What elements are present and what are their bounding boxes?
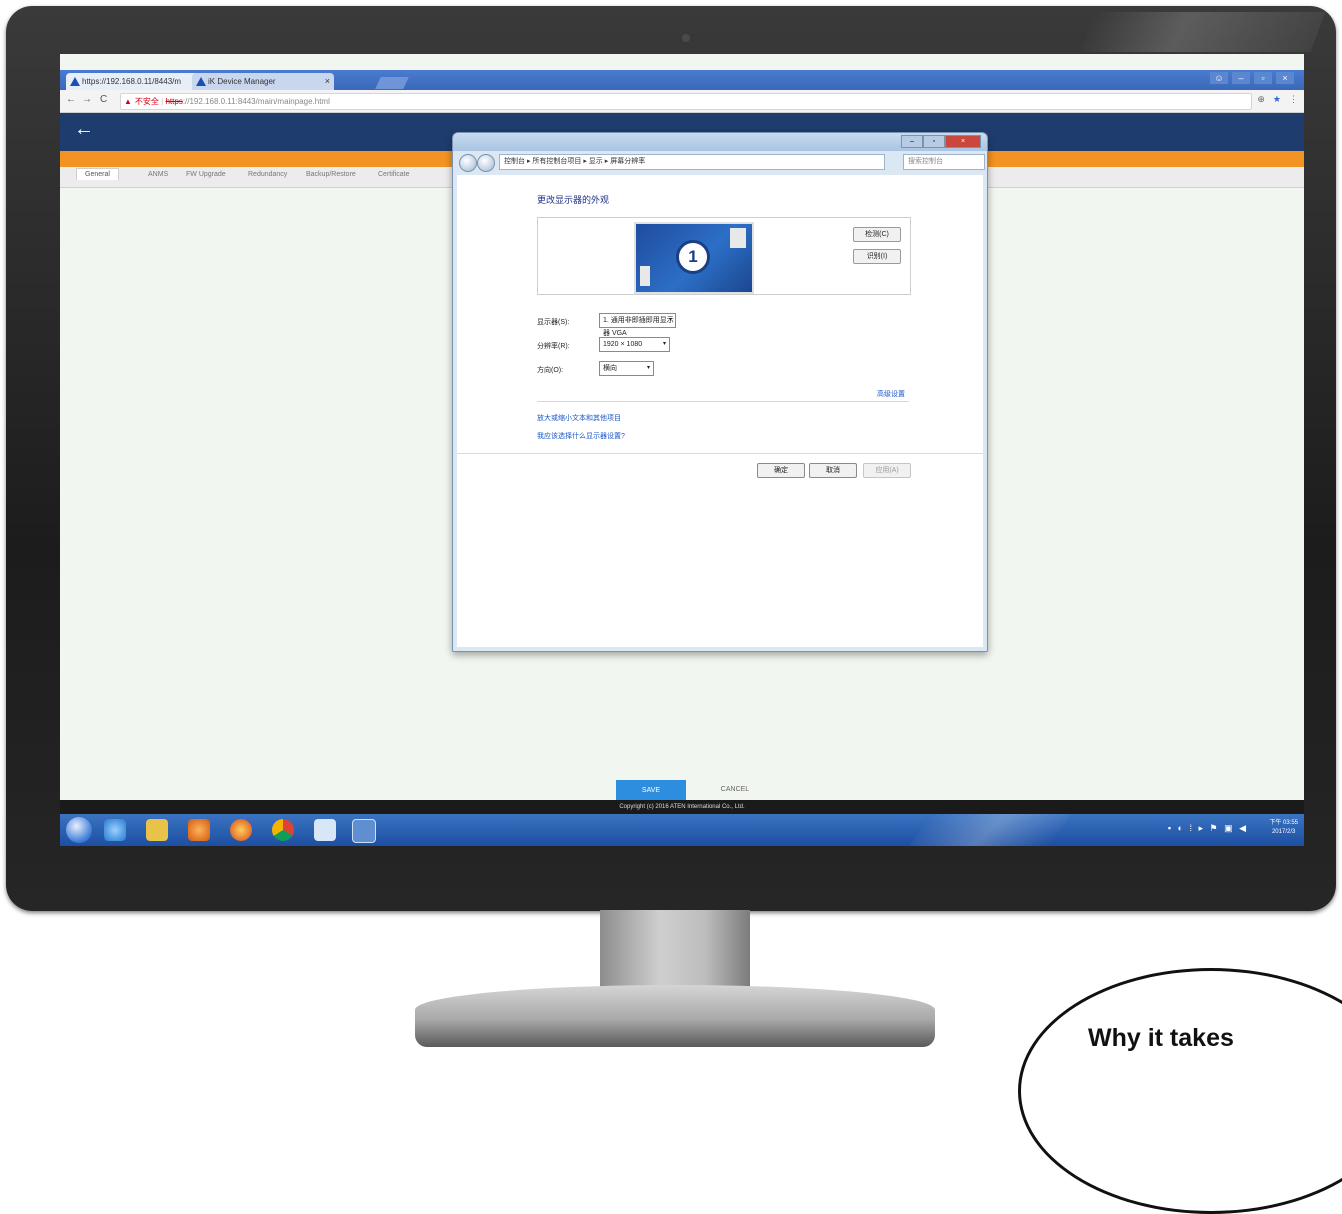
- dialog-body: 更改显示器的外观 1 检测(C) 识别(I) 显示器(S): 1. 通用非即插即…: [457, 175, 983, 647]
- aten-favicon-icon: [70, 77, 80, 86]
- save-button[interactable]: SAVE: [616, 780, 686, 800]
- divider: [457, 453, 983, 454]
- bezel-reflection: [1080, 12, 1326, 52]
- warning-icon: ▲: [124, 97, 132, 106]
- tab-redundancy[interactable]: Redundancy: [248, 171, 287, 178]
- new-tab-button[interactable]: [375, 77, 409, 89]
- bookmark-star-icon[interactable]: ★: [1273, 94, 1281, 105]
- orientation-select[interactable]: 横向 ▾: [599, 361, 654, 376]
- monitor-number-badge: 1: [676, 240, 710, 274]
- dialog-breadcrumb[interactable]: 控制台 ▸ 所有控制台项目 ▸ 显示 ▸ 屏幕分辨率: [499, 154, 885, 170]
- dialog-cancel-button[interactable]: 取消: [809, 463, 857, 478]
- browser-tab-label: iK Device Manager: [208, 77, 276, 86]
- monitor-bezel: https://192.168.0.11/8443/m × iK Device …: [6, 6, 1336, 911]
- aten-favicon-icon: [196, 77, 206, 86]
- display-help-link[interactable]: 我应该选择什么显示器设置?: [537, 431, 625, 441]
- preview-window-icon: [730, 228, 746, 248]
- display-label: 显示器(S):: [537, 319, 570, 326]
- address-actions: ⊕ ★ ⋮: [1257, 94, 1298, 105]
- ok-button[interactable]: 确定: [757, 463, 805, 478]
- display-select-value: 1. 通用非即插即用显示器 VGA: [603, 317, 674, 337]
- advanced-settings-link[interactable]: 高级设置: [877, 389, 905, 399]
- dialog-window-controls: – ▫ ×: [901, 135, 981, 148]
- browser-toolbar: ← → C ▲ 不安全 | https://192.168.0.11:8443/m…: [60, 90, 1304, 113]
- apply-button[interactable]: 应用(A): [863, 463, 911, 478]
- maximize-icon[interactable]: ▫: [1254, 72, 1272, 84]
- internet-explorer-icon[interactable]: [104, 819, 126, 841]
- menu-kebab-icon[interactable]: ⋮: [1289, 94, 1298, 105]
- dialog-forward-icon[interactable]: [477, 154, 495, 172]
- screen-resolution-dialog: – ▫ × 控制台 ▸ 所有控制台项目 ▸ 显示 ▸ 屏幕分辨率 搜索控制台 更…: [452, 132, 988, 652]
- cancel-button[interactable]: CANCEL: [700, 780, 770, 800]
- tab-general[interactable]: General: [76, 168, 119, 180]
- start-orb-icon[interactable]: [66, 817, 92, 843]
- browser-window-controls: ☺ – ▫ ×: [1210, 72, 1294, 84]
- preview-gadget-icon: [640, 266, 650, 286]
- chevron-down-icon: ▾: [668, 317, 672, 323]
- user-icon[interactable]: ☺: [1210, 72, 1228, 84]
- dialog-maximize-icon[interactable]: ▫: [923, 135, 945, 148]
- copyright-footer: Copyright (c) 2016 ATEN International Co…: [60, 800, 1304, 814]
- monitor-preview[interactable]: 1: [634, 222, 754, 294]
- control-panel-icon[interactable]: [314, 819, 336, 841]
- reload-icon[interactable]: C: [100, 94, 107, 105]
- browser-tab-1[interactable]: https://192.168.0.11/8443/m ×: [66, 73, 202, 90]
- url-text: ://192.168.0.11:8443/main/mainpage.html: [182, 97, 330, 106]
- clock-time: 下午 03:55: [1269, 820, 1298, 826]
- resolution-select-value: 1920 × 1080: [603, 341, 643, 348]
- tab-fw-upgrade[interactable]: FW Upgrade: [186, 171, 226, 178]
- file-explorer-icon[interactable]: [146, 819, 168, 841]
- tab-certificate[interactable]: Certificate: [378, 171, 410, 178]
- speech-bubble: [1018, 968, 1342, 1214]
- browser-tab-label: https://192.168.0.11/8443/m: [82, 77, 182, 86]
- resolution-select[interactable]: 1920 × 1080 ▾: [599, 337, 670, 352]
- orientation-label: 方向(O):: [537, 367, 564, 374]
- resolution-label: 分辨率(R):: [537, 343, 570, 350]
- address-bar[interactable]: ▲ 不安全 | https://192.168.0.11:8443/main/ma…: [120, 93, 1252, 110]
- dialog-search-input[interactable]: 搜索控制台: [903, 154, 985, 170]
- tab-anms[interactable]: ANMS: [148, 171, 168, 178]
- dialog-minimize-icon[interactable]: –: [901, 135, 923, 148]
- media-player-icon[interactable]: [188, 819, 210, 841]
- chevron-down-icon: ▾: [662, 341, 666, 347]
- url-scheme: https: [165, 97, 183, 106]
- monitor-screen: https://192.168.0.11/8443/m × iK Device …: [60, 54, 1304, 846]
- text-size-link[interactable]: 放大或缩小文本和其他项目: [537, 413, 621, 423]
- tab-close-icon[interactable]: ×: [325, 73, 330, 90]
- divider: [537, 401, 909, 402]
- system-tray: ▪ ◐ ⁞ ▸ ⚑ ▣ ◀: [1167, 823, 1248, 833]
- minimize-icon[interactable]: –: [1232, 72, 1250, 84]
- taskbar-clock[interactable]: 下午 03:55 2017/2/3: [1269, 819, 1298, 837]
- back-arrow-icon[interactable]: ←: [74, 118, 94, 141]
- webcam: [682, 34, 690, 42]
- security-warning-label: 不安全: [134, 97, 159, 106]
- dialog-back-icon[interactable]: [459, 154, 477, 172]
- monitor-stand: [415, 985, 935, 1047]
- dialog-nav-bar: 控制台 ▸ 所有控制台项目 ▸ 显示 ▸ 屏幕分辨率 搜索控制台: [457, 153, 985, 172]
- close-icon[interactable]: ×: [1276, 72, 1294, 84]
- dialog-close-icon[interactable]: ×: [945, 135, 981, 148]
- display-select[interactable]: 1. 通用非即插即用显示器 VGA ▾: [599, 313, 676, 337]
- taskbar-reflection: [908, 814, 1072, 846]
- chrome-icon[interactable]: [272, 819, 294, 841]
- dialog-titlebar: – ▫ ×: [453, 133, 987, 151]
- display-settings-taskbar-icon[interactable]: [352, 819, 376, 843]
- zoom-icon[interactable]: ⊕: [1257, 94, 1265, 105]
- orientation-select-value: 横向: [603, 365, 617, 372]
- browser-tabstrip: https://192.168.0.11/8443/m × iK Device …: [60, 70, 1304, 90]
- dialog-heading: 更改显示器的外观: [537, 195, 610, 205]
- monitor-neck: [600, 910, 750, 990]
- forward-icon[interactable]: →: [82, 94, 92, 105]
- identify-button[interactable]: 识别(I): [853, 249, 901, 264]
- chevron-down-icon: ▾: [646, 365, 650, 371]
- clock-date: 2017/2/3: [1271, 829, 1296, 835]
- windows-taskbar: ▪ ◐ ⁞ ▸ ⚑ ▣ ◀ 下午 03:55 2017/2/3: [60, 814, 1304, 846]
- back-icon[interactable]: ←: [66, 94, 76, 105]
- firefox-icon[interactable]: [230, 819, 252, 841]
- tab-backup-restore[interactable]: Backup/Restore: [306, 171, 356, 178]
- detect-button[interactable]: 检测(C): [853, 227, 901, 242]
- browser-tab-2[interactable]: iK Device Manager ×: [192, 73, 334, 90]
